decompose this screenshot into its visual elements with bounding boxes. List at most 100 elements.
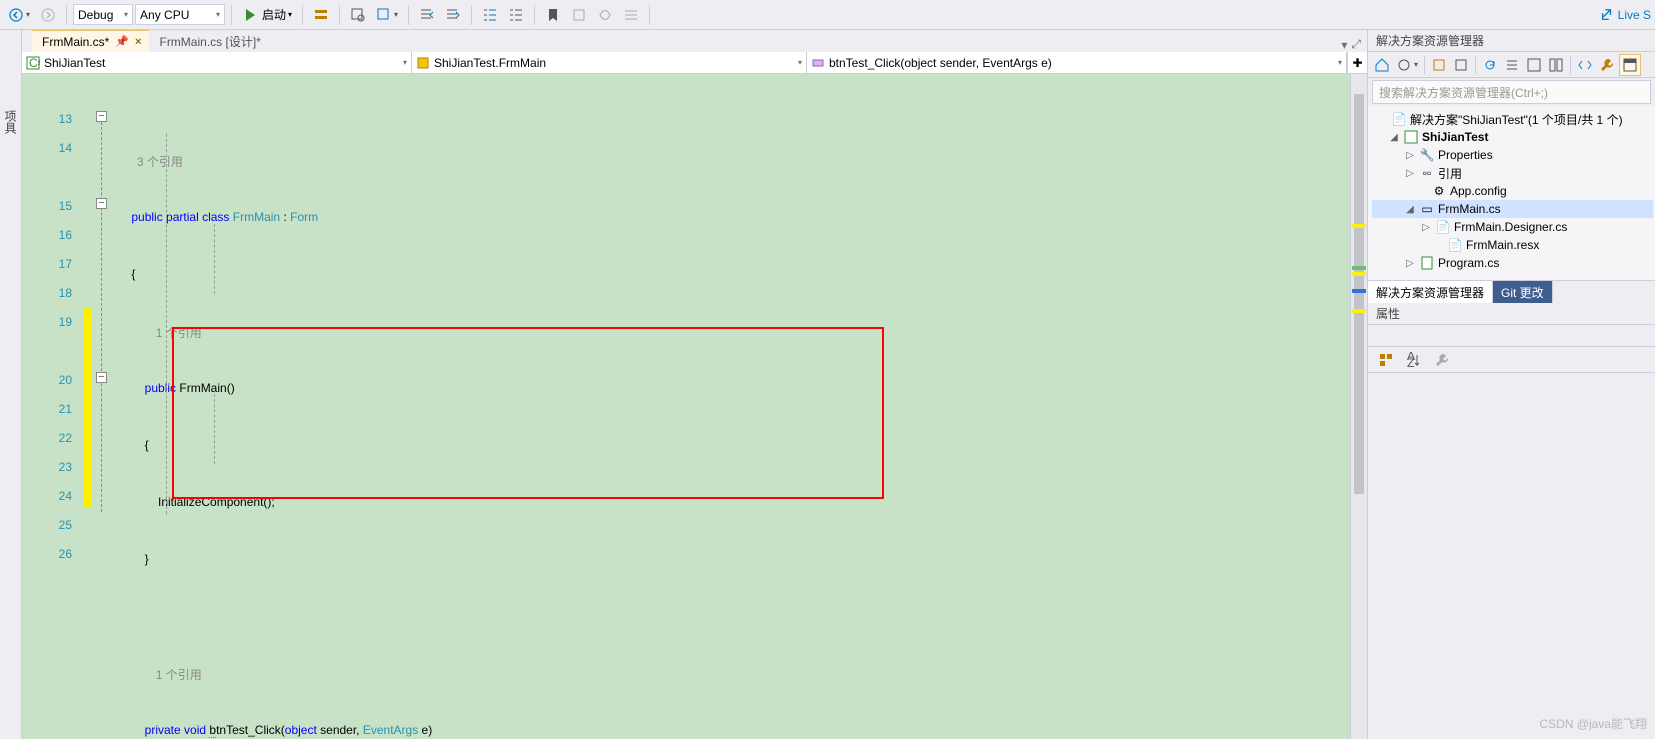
tab-dropdown-icon[interactable]: ▾ [1341,38,1347,52]
config-combo[interactable]: Debug▾ [73,4,133,25]
props-wrench-icon[interactable] [1430,349,1454,371]
tool-a-icon[interactable] [1429,55,1449,75]
tool-btn-x2[interactable] [593,4,617,26]
resx-icon: 📄 [1448,238,1462,252]
solution-tree[interactable]: 📄解决方案"ShiJianTest"(1 个项目/共 1 个) ◢ShiJian… [1368,106,1655,281]
fold-toggle[interactable]: − [96,198,107,209]
code-content[interactable]: 3 个引用 public partial class FrmMain : For… [118,74,1350,739]
alphabetical-icon[interactable]: AZ [1402,349,1426,371]
search-placeholder: 搜索解决方案资源管理器(Ctrl+;) [1379,84,1548,101]
split-button[interactable]: ✚ [1347,52,1367,73]
tree-properties[interactable]: ▷🔧Properties [1372,146,1653,164]
indent-out-button[interactable] [415,4,439,26]
platform-combo[interactable]: Any CPU▾ [135,4,225,25]
tool-b-icon[interactable] [1451,55,1471,75]
tree-designer[interactable]: ▷📄FrmMain.Designer.cs [1372,218,1653,236]
tool-btn-1[interactable] [309,4,333,26]
categorized-icon[interactable] [1374,349,1398,371]
ln: 19 [22,308,84,337]
nav-back-button[interactable]: ▾ [4,4,34,26]
platform-text: Any CPU [140,8,189,22]
fold-toggle[interactable]: − [96,372,107,383]
tree-solution[interactable]: 📄解决方案"ShiJianTest"(1 个项目/共 1 个) [1372,110,1653,128]
tool-btn-x3[interactable] [619,4,643,26]
codelens[interactable]: 1 个引用 [156,326,202,340]
line-gutter: 13 14 15 16 17 18 19 20 21 22 23 24 25 2… [22,74,84,739]
ln: 14 [22,134,84,163]
ln: 13 [22,105,84,134]
watermark: CSDN @java能飞翔 [1539,715,1647,733]
close-icon[interactable]: × [135,36,141,48]
codelens[interactable]: 3 个引用 [137,155,183,169]
home-icon[interactable] [1372,55,1392,75]
wrench-icon[interactable] [1597,55,1617,75]
live-share-button[interactable]: Live S [1600,8,1651,22]
show-all-icon[interactable] [1524,55,1544,75]
tree-frmmain[interactable]: ◢▭FrmMain.cs [1372,200,1653,218]
collapse-icon[interactable] [1502,55,1522,75]
properties-grid[interactable] [1368,373,1655,739]
solution-icon: 📄 [1392,112,1406,126]
tab-fullscreen-icon[interactable]: ⤢ [1351,37,1361,52]
ln: 17 [22,250,84,279]
tab-frmmain-code[interactable]: FrmMain.cs* 📌 × [32,30,149,52]
config-text: Debug [78,8,113,22]
properties-toolbar: AZ [1368,347,1655,373]
properties-title: 属性 [1368,303,1655,325]
nav-member-text: btnTest_Click(object sender, EventArgs e… [829,56,1052,70]
left-dock-label[interactable]: 项具 [2,110,19,134]
tool-btn-3[interactable]: ▾ [372,4,402,26]
highlight-box [172,327,884,499]
ln: 18 [22,279,84,308]
tree-program[interactable]: ▷Program.cs [1372,254,1653,272]
scrollbar-thumb[interactable] [1354,94,1364,494]
tree-references[interactable]: ▷▫▫引用 [1372,164,1653,182]
tree-resx[interactable]: 📄FrmMain.resx [1372,236,1653,254]
fold-toggle[interactable]: − [96,111,107,122]
class-icon [416,56,430,70]
bookmark-button[interactable] [541,4,565,26]
solution-explorer-title: 解决方案资源管理器 [1368,30,1655,52]
nav-class-text: ShiJianTest.FrmMain [434,56,546,70]
code-editor[interactable]: 13 14 15 16 17 18 19 20 21 22 23 24 25 2… [22,74,1367,739]
cs-file-icon [1420,256,1434,270]
nav-forward-button[interactable] [36,4,60,26]
tool-btn-x1[interactable] [567,4,591,26]
tab-git-changes[interactable]: Git 更改 [1493,281,1553,303]
nav-class-combo[interactable]: ShiJianTest.FrmMain▾ [412,52,807,73]
comment-button[interactable] [478,4,502,26]
switch-view-icon[interactable]: ▾ [1394,55,1420,75]
codelens[interactable]: 1 个引用 [156,668,202,682]
svg-text:Z: Z [1407,356,1414,368]
uncomment-button[interactable] [504,4,528,26]
nav-project-combo[interactable]: C# ShiJianTest▾ [22,52,412,73]
code-nav-bar: C# ShiJianTest▾ ShiJianTest.FrmMain▾ btn… [22,52,1367,74]
start-label: 启动 [262,6,286,23]
refresh-icon[interactable] [1480,55,1500,75]
preview-icon[interactable] [1619,54,1641,76]
indent-in-button[interactable] [441,4,465,26]
ln: 16 [22,221,84,250]
tool-btn-2[interactable] [346,4,370,26]
fold-margin[interactable]: − − − [92,74,118,739]
properties-object-combo[interactable] [1368,325,1655,347]
csharp-project-icon [1404,130,1418,144]
cs-file-icon: 📄 [1436,220,1450,234]
pin-icon[interactable]: 📌 [115,35,129,48]
tree-project[interactable]: ◢ShiJianTest [1372,128,1653,146]
tab-solution-explorer[interactable]: 解决方案资源管理器 [1368,281,1493,303]
right-panel: 解决方案资源管理器 ▾ 搜索解决方案资源管理器(Ctrl+;) 📄解决方案"Sh… [1367,30,1655,739]
nav-member-combo[interactable]: btnTest_Click(object sender, EventArgs e… [807,52,1347,73]
vertical-scrollbar[interactable] [1350,74,1367,739]
solution-search[interactable]: 搜索解决方案资源管理器(Ctrl+;) [1372,80,1651,104]
reference-icon: ▫▫ [1420,166,1434,180]
tab-frmmain-design[interactable]: FrmMain.cs [设计]* [149,30,268,52]
tool-c-icon[interactable] [1546,55,1566,75]
code-icon[interactable] [1575,55,1595,75]
csharp-project-icon: C# [26,56,40,70]
start-button[interactable]: 启动▾ [238,3,296,26]
tree-appconfig[interactable]: ⚙App.config [1372,182,1653,200]
change-margin [84,74,92,739]
config-icon: ⚙ [1432,184,1446,198]
editor-area: FrmMain.cs* 📌 × FrmMain.cs [设计]* ▾ ⤢ C# … [22,30,1367,739]
